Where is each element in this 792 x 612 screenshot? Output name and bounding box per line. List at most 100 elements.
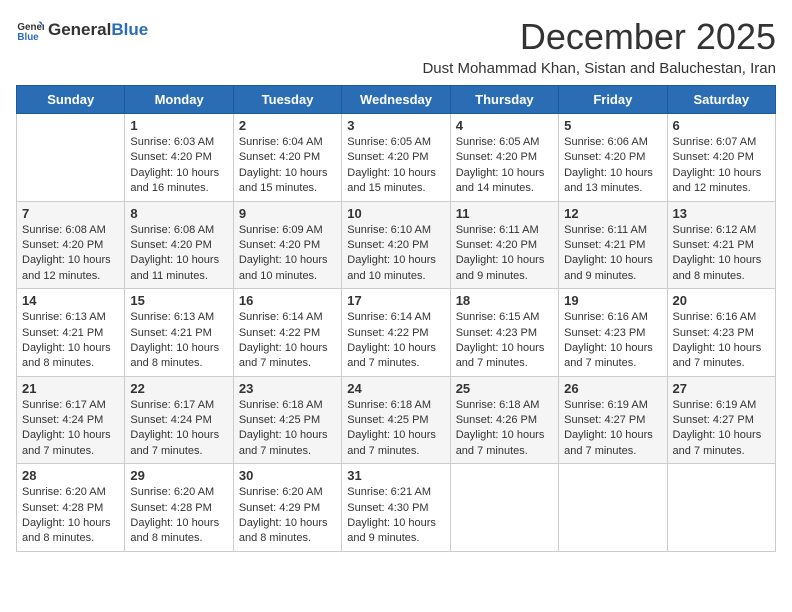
cell-content: Sunrise: 6:09 AM Sunset: 4:20 PM Dayligh… (239, 223, 336, 285)
calendar-cell: 27 Sunrise: 6:19 AM Sunset: 4:27 PM Dayli… (667, 376, 775, 464)
day-number: 7 (22, 206, 119, 221)
day-number: 29 (130, 468, 227, 483)
cell-content: Sunrise: 6:03 AM Sunset: 4:20 PM Dayligh… (130, 135, 227, 197)
day-number: 23 (239, 381, 336, 396)
day-number: 15 (130, 293, 227, 308)
calendar-cell: 9 Sunrise: 6:09 AM Sunset: 4:20 PM Daylig… (233, 201, 341, 289)
calendar-cell: 17Sunrise: 6:14 AM Sunset: 4:22 PM Dayli… (342, 289, 450, 377)
day-number: 20 (673, 293, 770, 308)
calendar-cell: 21Sunrise: 6:17 AM Sunset: 4:24 PM Dayli… (17, 376, 125, 464)
day-number: 3 (347, 118, 444, 133)
cell-content: Sunrise: 6:18 AM Sunset: 4:26 PM Dayligh… (456, 398, 553, 460)
cell-content: Sunrise: 6:21 AM Sunset: 4:30 PM Dayligh… (347, 485, 444, 547)
day-number: 5 (564, 118, 661, 133)
day-number: 12 (564, 206, 661, 221)
calendar-cell: 18Sunrise: 6:15 AM Sunset: 4:23 PM Dayli… (450, 289, 558, 377)
weekday-header: Saturday (667, 86, 775, 114)
subtitle: Dust Mohammad Khan, Sistan and Baluchest… (422, 60, 776, 77)
weekday-header: Monday (125, 86, 233, 114)
cell-content: Sunrise: 6:20 AM Sunset: 4:28 PM Dayligh… (22, 485, 119, 547)
calendar-cell: 24Sunrise: 6:18 AM Sunset: 4:25 PM Dayli… (342, 376, 450, 464)
calendar-cell: 28Sunrise: 6:20 AM Sunset: 4:28 PM Dayli… (17, 464, 125, 552)
cell-content: Sunrise: 6:08 AM Sunset: 4:20 PM Dayligh… (130, 223, 227, 285)
cell-content: Sunrise: 6:11 AM Sunset: 4:20 PM Dayligh… (456, 223, 553, 285)
calendar-cell: 5Sunrise: 6:06 AM Sunset: 4:20 PM Daylig… (559, 114, 667, 202)
calendar-cell: 12 Sunrise: 6:11 AM Sunset: 4:21 PM Dayli… (559, 201, 667, 289)
day-number: 6 (673, 118, 770, 133)
calendar-cell: 13 Sunrise: 6:12 AM Sunset: 4:21 PM Dayli… (667, 201, 775, 289)
day-number: 2 (239, 118, 336, 133)
cell-content: Sunrise: 6:10 AM Sunset: 4:20 PM Dayligh… (347, 223, 444, 285)
calendar-week-row: 21Sunrise: 6:17 AM Sunset: 4:24 PM Dayli… (17, 376, 776, 464)
day-number: 13 (673, 206, 770, 221)
calendar-cell: 19 Sunrise: 6:16 AM Sunset: 4:23 PM Dayli… (559, 289, 667, 377)
calendar-cell: 6 Sunrise: 6:07 AM Sunset: 4:20 PM Daylig… (667, 114, 775, 202)
cell-content: Sunrise: 6:14 AM Sunset: 4:22 PM Dayligh… (347, 310, 444, 372)
day-number: 9 (239, 206, 336, 221)
cell-content: Sunrise: 6:16 AM Sunset: 4:23 PM Dayligh… (673, 310, 770, 372)
logo: General Blue GeneralBlue (16, 16, 148, 44)
calendar-cell (667, 464, 775, 552)
cell-content: Sunrise: 6:19 AM Sunset: 4:27 PM Dayligh… (564, 398, 661, 460)
cell-content: Sunrise: 6:07 AM Sunset: 4:20 PM Dayligh… (673, 135, 770, 197)
cell-content: Sunrise: 6:11 AM Sunset: 4:21 PM Dayligh… (564, 223, 661, 285)
calendar-header-row: SundayMondayTuesdayWednesdayThursdayFrid… (17, 86, 776, 114)
logo-general: General (48, 20, 111, 40)
day-number: 22 (130, 381, 227, 396)
calendar-cell: 7Sunrise: 6:08 AM Sunset: 4:20 PM Daylig… (17, 201, 125, 289)
cell-content: Sunrise: 6:17 AM Sunset: 4:24 PM Dayligh… (130, 398, 227, 460)
calendar-week-row: 28Sunrise: 6:20 AM Sunset: 4:28 PM Dayli… (17, 464, 776, 552)
cell-content: Sunrise: 6:12 AM Sunset: 4:21 PM Dayligh… (673, 223, 770, 285)
calendar-cell: 30Sunrise: 6:20 AM Sunset: 4:29 PM Dayli… (233, 464, 341, 552)
logo-icon: General Blue (16, 16, 44, 44)
day-number: 1 (130, 118, 227, 133)
day-number: 19 (564, 293, 661, 308)
weekday-header: Wednesday (342, 86, 450, 114)
day-number: 25 (456, 381, 553, 396)
day-number: 27 (673, 381, 770, 396)
calendar-cell: 15Sunrise: 6:13 AM Sunset: 4:21 PM Dayli… (125, 289, 233, 377)
cell-content: Sunrise: 6:05 AM Sunset: 4:20 PM Dayligh… (456, 135, 553, 197)
header: General Blue GeneralBlue December 2025 D… (16, 16, 776, 77)
calendar-cell: 16Sunrise: 6:14 AM Sunset: 4:22 PM Dayli… (233, 289, 341, 377)
calendar-cell: 29 Sunrise: 6:20 AM Sunset: 4:28 PM Dayli… (125, 464, 233, 552)
cell-content: Sunrise: 6:17 AM Sunset: 4:24 PM Dayligh… (22, 398, 119, 460)
calendar-cell: 14Sunrise: 6:13 AM Sunset: 4:21 PM Dayli… (17, 289, 125, 377)
day-number: 24 (347, 381, 444, 396)
weekday-header: Thursday (450, 86, 558, 114)
day-number: 18 (456, 293, 553, 308)
day-number: 10 (347, 206, 444, 221)
calendar-week-row: 7 Sunrise: 6:08 AM Sunset: 4:20 PM Daylig… (17, 201, 776, 289)
day-number: 8 (130, 206, 227, 221)
day-number: 4 (456, 118, 553, 133)
calendar-week-row: 14Sunrise: 6:13 AM Sunset: 4:21 PM Dayli… (17, 289, 776, 377)
title-area: December 2025 Dust Mohammad Khan, Sistan… (422, 16, 776, 77)
day-number: 11 (456, 206, 553, 221)
calendar-cell: 11 Sunrise: 6:11 AM Sunset: 4:20 PM Dayli… (450, 201, 558, 289)
logo-blue: Blue (111, 20, 148, 40)
calendar-week-row: 1 Sunrise: 6:03 AM Sunset: 4:20 PM Daylig… (17, 114, 776, 202)
calendar-cell: 3Sunrise: 6:05 AM Sunset: 4:20 PM Daylig… (342, 114, 450, 202)
svg-text:Blue: Blue (17, 32, 39, 43)
calendar-cell: 26 Sunrise: 6:19 AM Sunset: 4:27 PM Dayli… (559, 376, 667, 464)
calendar-cell: 22 Sunrise: 6:17 AM Sunset: 4:24 PM Dayli… (125, 376, 233, 464)
cell-content: Sunrise: 6:18 AM Sunset: 4:25 PM Dayligh… (239, 398, 336, 460)
calendar-cell: 31 Sunrise: 6:21 AM Sunset: 4:30 PM Dayli… (342, 464, 450, 552)
day-number: 26 (564, 381, 661, 396)
cell-content: Sunrise: 6:20 AM Sunset: 4:28 PM Dayligh… (130, 485, 227, 547)
calendar-cell (17, 114, 125, 202)
calendar-cell: 20 Sunrise: 6:16 AM Sunset: 4:23 PM Dayli… (667, 289, 775, 377)
main-title: December 2025 (422, 16, 776, 58)
day-number: 30 (239, 468, 336, 483)
calendar: SundayMondayTuesdayWednesdayThursdayFrid… (16, 85, 776, 552)
cell-content: Sunrise: 6:16 AM Sunset: 4:23 PM Dayligh… (564, 310, 661, 372)
calendar-cell (559, 464, 667, 552)
weekday-header: Tuesday (233, 86, 341, 114)
calendar-cell: 10 Sunrise: 6:10 AM Sunset: 4:20 PM Dayli… (342, 201, 450, 289)
cell-content: Sunrise: 6:19 AM Sunset: 4:27 PM Dayligh… (673, 398, 770, 460)
cell-content: Sunrise: 6:04 AM Sunset: 4:20 PM Dayligh… (239, 135, 336, 197)
calendar-cell: 1 Sunrise: 6:03 AM Sunset: 4:20 PM Daylig… (125, 114, 233, 202)
calendar-cell: 4 Sunrise: 6:05 AM Sunset: 4:20 PM Daylig… (450, 114, 558, 202)
day-number: 31 (347, 468, 444, 483)
cell-content: Sunrise: 6:13 AM Sunset: 4:21 PM Dayligh… (22, 310, 119, 372)
